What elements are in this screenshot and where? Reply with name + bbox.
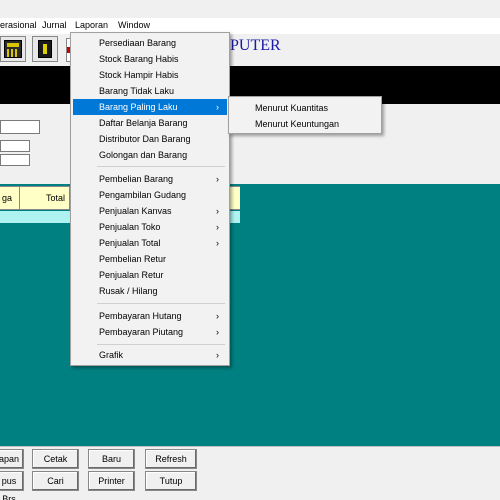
menu-item-label: Pembelian Barang (99, 174, 174, 184)
refresh-button[interactable]: Refresh (145, 449, 197, 469)
menu-item-penjualan-retur[interactable]: Penjualan Retur (73, 267, 227, 283)
menu-item-pembelian-barang[interactable]: Pembelian Barang › (73, 171, 227, 187)
tutup-button[interactable]: Tutup (145, 471, 197, 491)
book-icon (38, 40, 52, 58)
book-button[interactable] (32, 36, 58, 62)
menu-item-label: Rusak / Hilang (99, 286, 158, 296)
menu-item-label: Penjualan Retur (99, 270, 164, 280)
menu-item-stock-hampir-habis[interactable]: Stock Hampir Habis (73, 67, 227, 83)
menu-separator (97, 303, 225, 304)
chevron-right-icon: › (216, 206, 219, 216)
menu-item-penjualan-kanvas[interactable]: Penjualan Kanvas › (73, 203, 227, 219)
column-header[interactable]: ga (0, 187, 20, 209)
menu-item-penjualan-toko[interactable]: Penjualan Toko › (73, 219, 227, 235)
menu-separator (97, 344, 225, 345)
menu-item-label: Pembayaran Piutang (99, 327, 184, 337)
printer-button[interactable]: Printer (88, 471, 135, 491)
chevron-right-icon: › (216, 327, 219, 337)
baru-button[interactable]: Baru (88, 449, 135, 469)
calculator-button[interactable] (0, 36, 26, 62)
input-field-3[interactable] (0, 154, 30, 166)
input-field-2[interactable] (0, 140, 30, 152)
menu-item-label: Pembayaran Hutang (99, 311, 182, 321)
menu-item-pembelian-retur[interactable]: Pembelian Retur (73, 251, 227, 267)
menu-item-pembayaran-hutang[interactable]: Pembayaran Hutang › (73, 308, 227, 324)
menu-item-label: Pengambilan Gudang (99, 190, 187, 200)
menu-item-label: Stock Hampir Habis (99, 70, 179, 80)
simpan-button[interactable]: apan (0, 449, 24, 469)
menu-item-penjualan-total[interactable]: Penjualan Total › (73, 235, 227, 251)
menu-item-label: Barang Paling Laku (99, 102, 178, 112)
menu-item-rusak-hilang[interactable]: Rusak / Hilang (73, 283, 227, 299)
input-field-1[interactable] (0, 120, 40, 134)
cari-button[interactable]: Cari (32, 471, 79, 491)
menu-item-pengambilan-gudang[interactable]: Pengambilan Gudang (73, 187, 227, 203)
menu-item-label: Grafik (99, 350, 124, 360)
menu-item-label: Distributor Dan Barang (99, 134, 191, 144)
menu-item-label: Barang Tidak Laku (99, 86, 175, 96)
menu-item-label: Stock Barang Habis (99, 54, 179, 64)
calculator-icon (4, 40, 22, 58)
menu-item-persediaan-barang[interactable]: Persediaan Barang (73, 35, 227, 51)
menu-item-label: Penjualan Total (99, 238, 161, 248)
menu-window[interactable]: Window (118, 20, 150, 30)
barang-paling-laku-submenu: Menurut Kuantitas Menurut Keuntungan (228, 96, 382, 134)
menu-item-golongan-dan-barang[interactable]: Golongan dan Barang (73, 147, 227, 163)
menu-item-label: Daftar Belanja Barang (99, 118, 188, 128)
menu-item-label: Persediaan Barang (99, 38, 177, 48)
cetak-button[interactable]: Cetak (32, 449, 79, 469)
submenu-item-menurut-keuntungan[interactable]: Menurut Keuntungan (231, 116, 379, 132)
app-title: PUTER (230, 37, 281, 54)
chevron-right-icon: › (216, 238, 219, 248)
menu-item-stock-barang-habis[interactable]: Stock Barang Habis (73, 51, 227, 67)
menu-item-barang-paling-laku[interactable]: Barang Paling Laku › (73, 99, 227, 115)
menu-laporan[interactable]: Laporan (75, 20, 108, 30)
hapus-baris-button[interactable]: pus Brs (0, 471, 24, 500)
chevron-right-icon: › (216, 102, 219, 112)
menu-item-label: Penjualan Kanvas (99, 206, 172, 216)
chevron-right-icon: › (216, 222, 219, 232)
chevron-right-icon: › (216, 311, 219, 321)
menu-item-label: Golongan dan Barang (99, 150, 188, 160)
column-header-total[interactable]: Total (20, 187, 70, 209)
menu-item-grafik[interactable]: Grafik › (73, 347, 227, 363)
chevron-right-icon: › (216, 350, 219, 360)
menu-jurnal[interactable]: Jurnal (42, 20, 67, 30)
laporan-dropdown-menu: Persediaan Barang Stock Barang Habis Sto… (70, 32, 230, 366)
chevron-right-icon: › (216, 174, 219, 184)
menu-operasional[interactable]: erasional (0, 20, 37, 30)
menu-item-pembayaran-piutang[interactable]: Pembayaran Piutang › (73, 324, 227, 340)
menu-item-daftar-belanja-barang[interactable]: Daftar Belanja Barang (73, 115, 227, 131)
menu-item-barang-tidak-laku[interactable]: Barang Tidak Laku (73, 83, 227, 99)
menu-separator (97, 166, 225, 167)
menu-item-label: Pembelian Retur (99, 254, 167, 264)
menu-item-distributor-dan-barang[interactable]: Distributor Dan Barang (73, 131, 227, 147)
submenu-item-menurut-kuantitas[interactable]: Menurut Kuantitas (231, 100, 379, 116)
bottom-button-bar: apan Cetak Baru Refresh pus Brs Cari Pri… (0, 446, 500, 500)
menu-item-label: Penjualan Toko (99, 222, 161, 232)
